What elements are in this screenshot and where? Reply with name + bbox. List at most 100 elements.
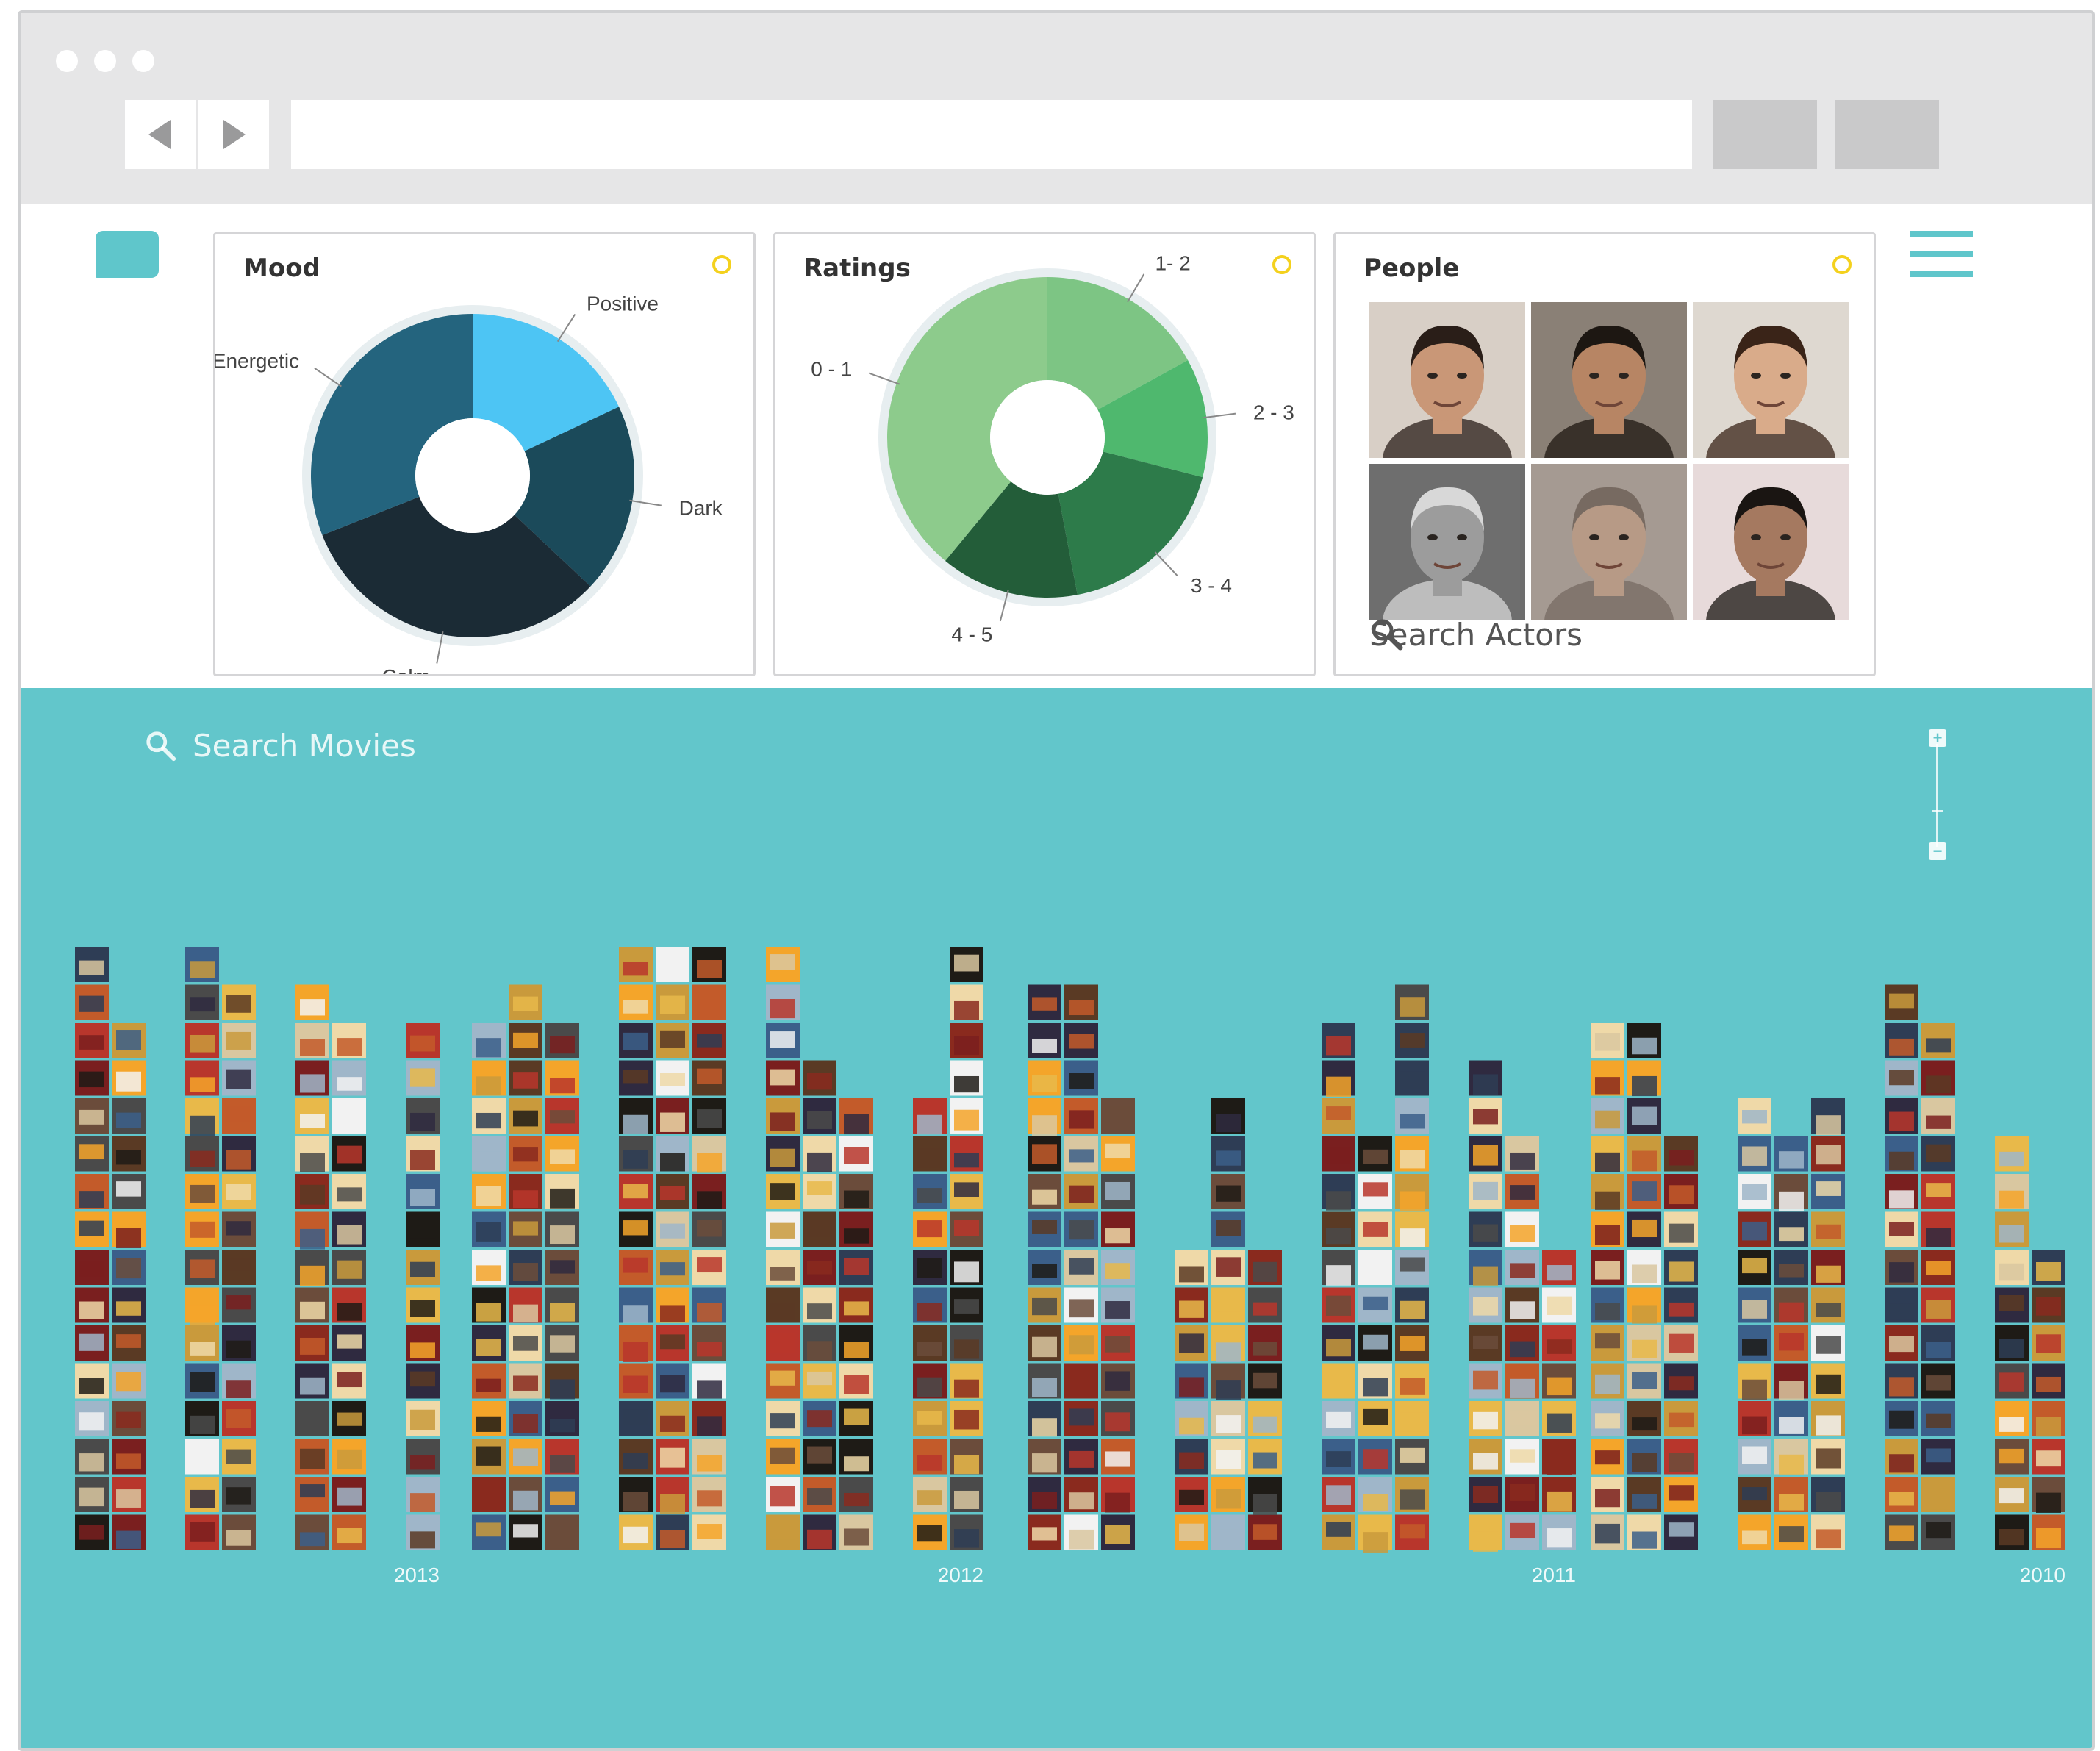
mood-hole: [415, 418, 530, 533]
movie-poster-art: [1473, 1411, 1498, 1430]
movie-poster-art: [79, 1378, 104, 1394]
movie-poster-art: [1595, 1191, 1620, 1210]
movie-poster-art: [1179, 1452, 1204, 1469]
movie-poster-art: [954, 1529, 979, 1548]
movie-poster-art: [1779, 1381, 1804, 1401]
movie-poster-art: [513, 996, 538, 1011]
movie-poster-art: [300, 1039, 325, 1056]
movie-poster-art: [1632, 1339, 1657, 1358]
movie-poster-art: [1216, 1489, 1241, 1509]
movie-poster-art: [1069, 1149, 1094, 1163]
movie-poster-art: [410, 1035, 435, 1052]
actor-photo-1[interactable]: [1369, 302, 1525, 458]
movie-poster-art: [116, 1372, 141, 1392]
movie-poster-art: [1105, 1525, 1130, 1544]
movie-poster-art: [1216, 1185, 1241, 1202]
movie-poster-art: [550, 1188, 575, 1209]
movie-poster-art: [1779, 1302, 1804, 1322]
movie-poster-art: [1069, 1110, 1094, 1129]
movie-poster-art: [1595, 1225, 1620, 1245]
movie-poster-art: [844, 1528, 869, 1546]
movie-poster-art: [807, 1410, 832, 1428]
movie-poster-art: [337, 1225, 362, 1245]
movie-poster-art: [337, 1260, 362, 1279]
actor-photo-3[interactable]: [1693, 302, 1849, 458]
movie-poster-art: [770, 1333, 795, 1353]
movie-poster-art: [1510, 1263, 1535, 1278]
movie-poster-art: [1216, 1450, 1241, 1469]
movie-poster-art: [1595, 1152, 1620, 1172]
movie-poster-art: [2036, 1334, 2061, 1353]
movie-poster-art: [337, 1187, 362, 1202]
actor-photo-6[interactable]: [1693, 464, 1849, 620]
movie-poster-art: [476, 1112, 501, 1129]
movie-poster-art: [1253, 1372, 1277, 1389]
movie-poster-art: [1326, 1228, 1351, 1245]
movie-poster-art: [300, 1074, 325, 1093]
year-label-2012: 2012: [938, 1564, 983, 1586]
window-close-dot[interactable]: [56, 50, 78, 72]
movie-poster-art: [1889, 1222, 1914, 1236]
movie-poster-art: [1999, 1263, 2024, 1281]
movie-poster-art: [410, 1409, 435, 1430]
movie-poster-art: [2036, 1492, 2061, 1513]
actor-photo-5[interactable]: [1531, 464, 1687, 620]
movie-poster-art: [79, 1071, 104, 1088]
app-logo[interactable]: [96, 231, 159, 278]
movie-poster-art: [79, 1453, 104, 1472]
movie-poster-art: [226, 1106, 251, 1122]
movie-poster-grid[interactable]: 2013 2012 2011 2010: [21, 688, 2092, 1751]
movie-poster-art: [1400, 1150, 1425, 1169]
people-filter-indicator[interactable]: [1832, 255, 1852, 274]
movie-poster-art: [660, 1334, 685, 1350]
movie-poster-art: [226, 1069, 251, 1089]
year-label-2011: 2011: [1532, 1564, 1576, 1586]
movie-poster-art: [1105, 1412, 1130, 1432]
forward-button[interactable]: [198, 100, 269, 169]
movie-poster-art: [1105, 1228, 1130, 1244]
movie-poster-art: [844, 1228, 869, 1244]
menu-icon[interactable]: [1910, 231, 1973, 290]
movie-poster-art: [550, 1491, 575, 1505]
actor-photo-4[interactable]: [1369, 464, 1525, 620]
window-minimize-dot[interactable]: [94, 50, 116, 72]
movie-poster-art: [300, 1532, 325, 1547]
movie-poster-art: [623, 1150, 648, 1169]
movie-poster-art: [337, 1111, 362, 1130]
movie-poster-art: [1473, 1370, 1498, 1390]
movie-poster-art: [660, 1153, 685, 1172]
mood-donut-chart[interactable]: Positive Dark Calm Energetic: [215, 234, 753, 674]
movie-poster-art: [190, 1077, 215, 1092]
people-title: People: [1363, 254, 1460, 283]
toolbar-button-1[interactable]: [1713, 100, 1817, 169]
movie-poster-art: [476, 1151, 501, 1172]
movie-poster-art: [1473, 1531, 1498, 1552]
movie-poster-art: [954, 1219, 979, 1236]
back-button[interactable]: [125, 100, 196, 169]
movie-poster-art: [1779, 1526, 1804, 1543]
movie-poster-art: [190, 1305, 215, 1325]
actor-photo-2[interactable]: [1531, 302, 1687, 458]
movie-poster-art: [1105, 1371, 1130, 1391]
movie-poster-art: [1032, 1038, 1057, 1053]
movie-poster-art: [476, 1186, 501, 1206]
movie-poster-art: [1632, 1305, 1657, 1324]
movie-poster-art: [1999, 1339, 2024, 1358]
movie-poster-art: [2036, 1376, 2061, 1392]
movie-poster-art: [623, 1184, 648, 1199]
url-bar[interactable]: [291, 100, 1692, 169]
movie-poster-art: [190, 961, 215, 978]
movie-poster-art: [1326, 1522, 1351, 1537]
movie-poster-art: [410, 1189, 435, 1206]
movie-poster-art: [917, 1455, 942, 1471]
movie-poster-art: [1669, 1261, 1694, 1282]
movie-poster-art: [476, 1522, 501, 1537]
ratings-donut-chart[interactable]: 1- 2 2 - 3 3 - 4 4 - 5 0 - 1: [775, 234, 1314, 674]
toolbar-button-2[interactable]: [1835, 100, 1939, 169]
window-maximize-dot[interactable]: [132, 50, 154, 72]
movie-poster-art: [300, 1413, 325, 1433]
movie-poster-art: [550, 1078, 575, 1094]
movie-poster-art: [1926, 1522, 1951, 1539]
search-actors-field[interactable]: Search Actors: [1369, 617, 1583, 653]
movie-poster-art: [1595, 1077, 1620, 1095]
